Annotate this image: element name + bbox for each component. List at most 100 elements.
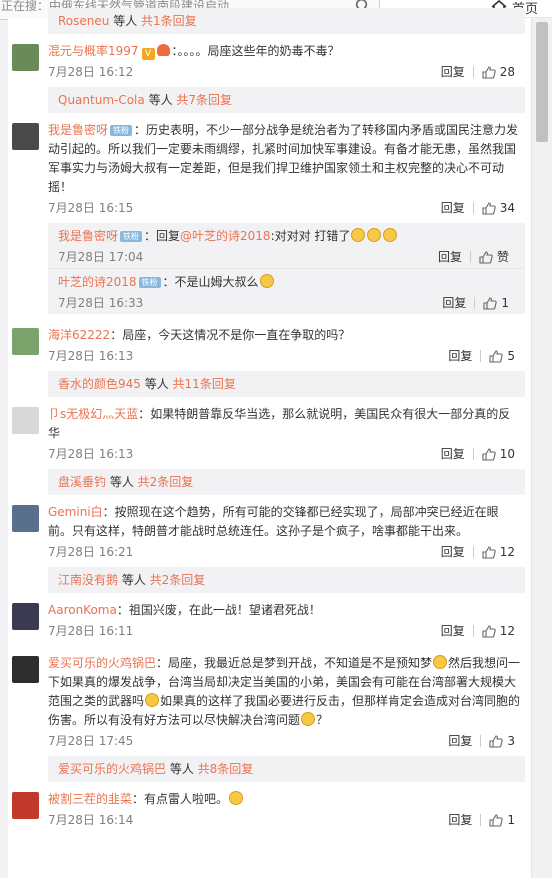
user-name[interactable]: 我是鲁密呀 <box>58 229 118 243</box>
user-name[interactable]: 海洋62222 <box>48 328 110 342</box>
comment-time: 7月28日 16:21 <box>48 545 134 559</box>
avatar[interactable] <box>12 44 39 71</box>
reply-button[interactable]: 回复 <box>441 197 465 219</box>
comment-time: 7月28日 17:04 <box>58 250 144 264</box>
reply-count[interactable]: 共2条回复 <box>138 475 194 489</box>
reply-button[interactable]: 回复 <box>441 620 465 642</box>
smile-emoji-icon <box>433 655 448 669</box>
more-replies-link[interactable]: 江南没有鹅 等人 共2条回复 <box>48 567 525 593</box>
user-name[interactable]: 混元与概率1997 <box>48 44 139 58</box>
comment-time: 7月28日 16:13 <box>48 447 134 461</box>
comment-meta: 7月28日 17:04 回复 赞 <box>58 246 515 268</box>
reply-summary-text: 等人 <box>118 573 150 587</box>
user-name[interactable]: 被割三茬的韭菜 <box>48 792 132 806</box>
thumbs-up-icon[interactable] <box>489 813 504 827</box>
laugh-emoji-icon <box>367 228 382 242</box>
comment-time: 7月28日 16:12 <box>48 65 134 79</box>
fan-badge: 铁粉 <box>138 277 161 288</box>
laugh-emoji-icon <box>383 228 398 242</box>
thumbs-up-icon[interactable] <box>482 447 496 461</box>
more-replies-link[interactable]: 香水的颜色945 等人 共11条回复 <box>48 371 525 397</box>
reply-count[interactable]: 共11条回复 <box>173 377 236 391</box>
thumbs-up-icon[interactable] <box>489 349 504 363</box>
thumbs-up-icon[interactable] <box>479 250 493 264</box>
comment-item: 卩s无极幻灬天蓝：如果特朗普靠反华当选，那么就说明，美国民众有很大一部分真的反华… <box>8 397 531 469</box>
comment-body: ：按照现在这个趋势，所有可能的交锋都已经实现了，局部冲突已经近在眼前。只有这样，… <box>48 505 499 538</box>
avatar[interactable] <box>12 792 39 819</box>
comment-meta: 7月28日 16:21 回复 12 <box>48 541 521 563</box>
avatar[interactable] <box>12 603 39 630</box>
reply-user-name[interactable]: 爱买可乐的火鸡锅巴 <box>58 762 166 776</box>
comment-panel: Roseneu 等人 共1条回复 混元与概率1997 V ：。。。。局座这些年的奶毒不… <box>8 8 531 878</box>
scrollbar-thumb[interactable] <box>536 22 548 142</box>
fan-badge: 铁粉 <box>110 125 133 136</box>
comment-meta: 7月28日 16:13 回复 10 <box>48 443 521 465</box>
crown-icon <box>156 44 170 56</box>
more-replies-link[interactable]: 盘溪垂钓 等人 共2条回复 <box>48 469 525 495</box>
reply-user-name[interactable]: Quantum-Cola <box>58 93 145 107</box>
reply-button[interactable]: 回复 <box>448 345 472 367</box>
thumbs-up-icon[interactable] <box>482 545 496 559</box>
reply-user-name[interactable]: 香水的颜色945 <box>58 377 141 391</box>
comment-item: 爱买可乐的火鸡锅巴：局座，我最近总是梦到开战，不知道是不是预知梦 然后我想问一下如… <box>8 646 531 756</box>
like-count: 12 <box>499 545 515 559</box>
avatar[interactable] <box>12 407 39 434</box>
scrollbar[interactable] <box>531 18 552 878</box>
thumbs-up-icon[interactable] <box>483 296 498 310</box>
reply-button[interactable]: 回复 <box>448 809 472 831</box>
comment-meta: 7月28日 16:14 回复 1 <box>48 809 521 831</box>
user-name[interactable]: 爱买可乐的火鸡锅巴 <box>48 656 156 670</box>
more-replies-link[interactable]: Roseneu 等人 共1条回复 <box>48 8 525 34</box>
reply-count[interactable]: 共2条回复 <box>150 573 206 587</box>
reply-button[interactable]: 回复 <box>438 246 462 268</box>
reply-button[interactable]: 回复 <box>441 61 465 83</box>
reply-summary-text: 等人 <box>109 14 142 28</box>
thumbs-up-icon[interactable] <box>482 624 496 638</box>
reply-count[interactable]: 共8条回复 <box>198 762 254 776</box>
comment-time: 7月28日 17:45 <box>48 734 134 748</box>
more-replies-link[interactable]: 爱买可乐的火鸡锅巴 等人 共8条回复 <box>48 756 525 782</box>
reply-user-name[interactable]: Roseneu <box>58 14 109 28</box>
avatar[interactable] <box>12 123 39 150</box>
avatar[interactable] <box>12 505 39 532</box>
comment-time: 7月28日 16:11 <box>48 624 134 638</box>
reply-user-name[interactable]: 盘溪垂钓 <box>58 475 106 489</box>
user-name[interactable]: 卩s无极幻灬天蓝 <box>48 407 138 421</box>
reply-button[interactable]: 回复 <box>442 292 466 314</box>
user-name[interactable]: 叶芝的诗2018 <box>58 275 137 289</box>
reply-user-name[interactable]: 江南没有鹅 <box>58 573 118 587</box>
thumbs-up-icon[interactable] <box>482 201 496 215</box>
reply-summary-text: 等人 <box>144 93 177 107</box>
comment-time: 7月28日 16:14 <box>48 813 134 827</box>
comment-body: ：。。。。局座这些年的奶毒不毒？ <box>171 44 340 58</box>
reply-count[interactable]: 共7条回复 <box>176 93 232 107</box>
more-replies-link[interactable]: Quantum-Cola 等人 共7条回复 <box>48 87 525 113</box>
comment-meta: 7月28日 16:15 回复 34 <box>48 197 521 219</box>
comment-body: ：局座，我最近总是梦到开战，不知道是不是预知梦 <box>156 656 433 670</box>
like-count: 12 <box>499 624 515 638</box>
comment-text: 我是鲁密呀 铁粉 ：历史表明，不少一部分战争是统治者为了转移国内矛盾或国民注意力发动… <box>48 121 521 197</box>
user-name[interactable]: AaronKoma <box>48 603 117 617</box>
reply-button[interactable]: 回复 <box>441 541 465 563</box>
reply-button[interactable]: 回复 <box>448 730 472 752</box>
avatar[interactable] <box>12 328 39 355</box>
user-name[interactable]: 我是鲁密呀 <box>48 123 108 137</box>
avatar[interactable] <box>12 656 39 683</box>
comment-item: 被割三茬的韭菜：有点雷人啦吧。 7月28日 16:14 回复 1 <box>8 782 531 835</box>
thumbs-up-icon[interactable] <box>489 734 504 748</box>
comment-text: Gemini白：按照现在这个趋势，所有可能的交锋都已经实现了，局部冲突已经近在眼… <box>48 503 521 541</box>
thumbs-up-icon[interactable] <box>482 65 496 79</box>
laugh-emoji-icon <box>351 228 366 242</box>
reply-summary-text: 等人 <box>140 377 173 391</box>
comment-time: 7月28日 16:13 <box>48 349 134 363</box>
surprised-emoji-icon <box>229 791 244 805</box>
reply-prefix: ：回复 <box>144 229 181 243</box>
reply-summary-text: 等人 <box>106 475 138 489</box>
user-name[interactable]: Gemini白 <box>48 505 103 519</box>
like-count: 3 <box>507 734 515 748</box>
mention-link[interactable]: @叶芝的诗2018 <box>180 229 271 243</box>
like-count: 1 <box>507 813 515 827</box>
reply-button[interactable]: 回复 <box>441 443 465 465</box>
sub-replies: 我是鲁密呀 铁粉 ：回复@叶芝的诗2018:对对对 打错了 7月28日 17:04 回复… <box>48 223 525 314</box>
reply-count[interactable]: 共1条回复 <box>141 14 197 28</box>
